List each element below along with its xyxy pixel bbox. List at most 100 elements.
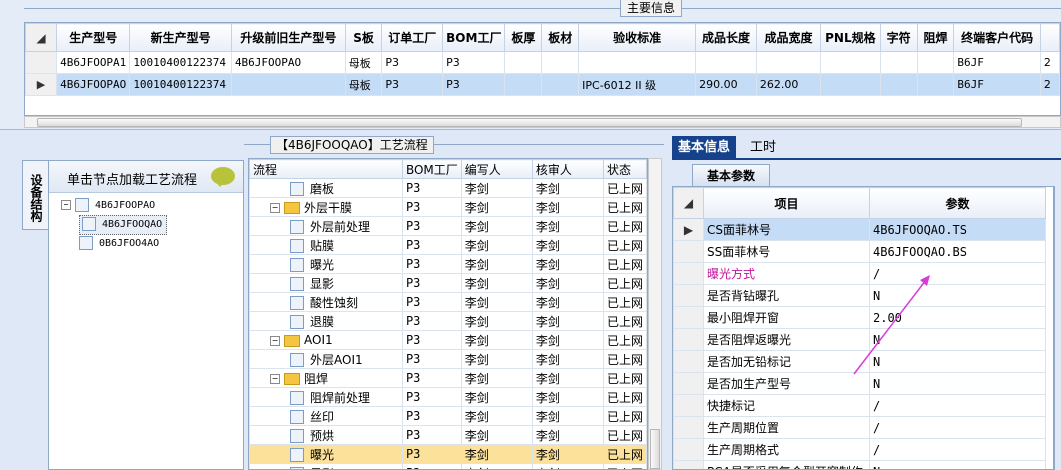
param-row[interactable]: ▶ CS面菲林号 4B6JFOOQAO.TS (673, 218, 1046, 241)
table-row[interactable]: ▶ 4B6JFOOPAO 10010400122374 母板 P3 P3 IPC-6012 … (25, 73, 1060, 96)
column-header[interactable]: 升级前旧生产型号 (230, 23, 346, 52)
row-indicator[interactable] (673, 240, 704, 263)
process-column-header[interactable]: 状态 (602, 159, 647, 179)
horizontal-scroll-thumb[interactable] (37, 118, 1022, 127)
tab-work-hours[interactable]: 工时 (744, 136, 782, 160)
row-indicator[interactable] (673, 416, 704, 439)
row-indicator[interactable] (673, 438, 704, 461)
column-header[interactable]: S板 (344, 23, 383, 52)
param-row[interactable]: 快捷标记 / (673, 394, 1046, 417)
tab-basic-info[interactable]: 基本信息 (672, 136, 737, 160)
param-row[interactable]: SS面菲林号 4B6JFOOQAO.BS (673, 240, 1046, 263)
structure-tree[interactable]: − 4B6JFOOPAO 4B6JFOOQAO 0B6JFOO4AO (61, 197, 241, 253)
collapse-toggle-icon[interactable]: − (270, 335, 280, 346)
table-cell: P3 (381, 51, 444, 74)
process-row[interactable]: 磨板 P3 李剑 李剑 已上网 (249, 178, 647, 198)
param-value-cell[interactable]: / (869, 416, 1046, 439)
param-value-cell[interactable]: 4B6JFOOQAO.BS (869, 240, 1046, 263)
process-step-label: 磨板 (310, 181, 335, 196)
process-row[interactable]: 预烘 P3 李剑 李剑 已上网 (249, 425, 647, 445)
process-row[interactable]: 阻焊前处理 P3 李剑 李剑 已上网 (249, 387, 647, 407)
param-row[interactable]: 生产周期格式 / (673, 438, 1046, 461)
column-header[interactable]: BOM工厂 (442, 23, 506, 52)
collapse-toggle-icon[interactable]: − (270, 374, 280, 384)
row-indicator[interactable]: ▶ (25, 73, 58, 96)
process-grid[interactable]: 流程 BOM工厂 编写人 核审人 状态 磨板 P3 李剑 李剑 已上网 − 外层干膜 P3 李剑 李剑 已上… (248, 158, 648, 470)
column-header[interactable]: 终端客户代码 (953, 23, 1041, 52)
row-indicator[interactable] (673, 460, 704, 469)
param-column-header[interactable]: 参数 (869, 187, 1046, 219)
process-scroll-thumb[interactable] (650, 429, 660, 469)
param-value-cell[interactable]: 4B6JFOOQAO.TS (869, 218, 1046, 241)
collapse-toggle-icon[interactable]: − (61, 200, 71, 210)
row-indicator-header[interactable]: ◢ (25, 23, 58, 52)
annotation-arrow (853, 275, 930, 375)
row-indicator[interactable] (25, 51, 58, 74)
horizontal-scrollbar[interactable] (24, 116, 1061, 128)
main-info-grid[interactable]: ◢ 生产型号 新生产型号 升级前旧生产型号 S板 订单工厂 BOM工厂 板厚 板材 验收标准 成品长… (24, 22, 1061, 116)
table-row[interactable]: 4B6JFOOPA1 10010400122374 4B6JFOOPAO 母板 P3 P3… (25, 51, 1060, 74)
column-header[interactable]: 阻焊 (916, 23, 955, 52)
row-indicator[interactable] (673, 372, 704, 395)
tab-equipment-structure[interactable]: 设备结构 (22, 160, 48, 230)
tree-node[interactable]: 4B6JFOOQAO (79, 215, 168, 235)
param-row[interactable]: PCA是否采用复合型开窗制作N (673, 460, 1046, 469)
column-header[interactable]: 成品宽度 (755, 23, 822, 52)
param-row[interactable]: 生产周期位置 / (673, 416, 1046, 439)
row-indicator[interactable] (673, 328, 704, 351)
param-value-cell[interactable]: N (869, 460, 1046, 469)
row-indicator[interactable] (673, 284, 704, 307)
column-header[interactable]: PNL规格 (820, 23, 881, 52)
process-row[interactable]: 外层前处理 P3 李剑 李剑 已上网 (249, 216, 647, 236)
tree-node[interactable]: 0B6JFOO4AO (61, 235, 241, 253)
process-row[interactable]: − 外层干膜 P3 李剑 李剑 已上网 (249, 197, 647, 217)
row-indicator[interactable] (673, 262, 704, 285)
process-row[interactable]: 贴膜 P3 李剑 李剑 已上网 (249, 235, 647, 255)
document-icon (290, 182, 304, 196)
process-row[interactable]: − 阻焊 P3 李剑 李剑 已上网 (249, 368, 647, 388)
param-value-cell[interactable]: / (869, 438, 1046, 461)
params-scroll-edge[interactable] (1054, 186, 1061, 470)
process-row[interactable]: 曝光 P3 李剑 李剑 已上网 (249, 444, 647, 464)
param-value-cell[interactable]: / (869, 394, 1046, 417)
process-row[interactable]: 外层AOI1 P3 李剑 李剑 已上网 (249, 349, 647, 369)
process-step-cell: 外层前处理 (249, 216, 403, 236)
param-column-header[interactable]: 项目 (703, 187, 870, 219)
process-row[interactable]: − AOI1 P3 李剑 李剑 已上网 (249, 330, 647, 350)
process-row[interactable]: 退膜 P3 李剑 李剑 已上网 (249, 311, 647, 331)
writer-cell: 李剑 (460, 330, 533, 350)
process-step-label: 酸性蚀刻 (310, 295, 359, 310)
table-cell: 262.00 (755, 73, 822, 96)
tab-basic-params[interactable]: 基本参数 (692, 164, 771, 186)
column-header[interactable]: 板材 (541, 23, 580, 52)
column-header[interactable] (1039, 23, 1060, 52)
column-header[interactable]: 成品长度 (695, 23, 757, 52)
process-row[interactable]: 曝光 P3 李剑 李剑 已上网 (249, 254, 647, 274)
process-column-header[interactable]: BOM工厂 (401, 159, 462, 179)
process-column-header[interactable]: 核审人 (531, 159, 604, 179)
column-header[interactable]: 字符 (879, 23, 918, 52)
column-header[interactable]: 验收标准 (578, 23, 697, 52)
row-indicator[interactable]: ▶ (673, 218, 704, 241)
folder-icon (284, 334, 300, 347)
collapse-toggle-icon[interactable]: − (270, 203, 280, 213)
process-row[interactable]: 丝印 P3 李剑 李剑 已上网 (249, 406, 647, 426)
row-indicator[interactable] (673, 394, 704, 417)
document-icon (82, 217, 96, 231)
row-indicator[interactable] (673, 350, 704, 373)
process-row[interactable]: 显影P3李剑李剑已上网 (249, 273, 647, 293)
process-column-header[interactable]: 流程 (249, 159, 403, 179)
tree-node-label: 0B6JFOO4AO (99, 238, 160, 249)
column-header[interactable]: 订单工厂 (381, 23, 444, 52)
column-header[interactable]: 板厚 (504, 23, 543, 52)
process-row[interactable]: 酸性蚀刻 P3 李剑 李剑 已上网 (249, 292, 647, 312)
process-step-label: 预烘 (310, 428, 335, 443)
process-vertical-scrollbar[interactable] (648, 158, 662, 470)
process-column-header[interactable]: 编写人 (460, 159, 533, 179)
param-item-cell: SS面菲林号 (703, 240, 870, 263)
column-header[interactable]: 新生产型号 (129, 23, 232, 52)
process-row[interactable]: 显影P3李剑李剑已上网 (249, 463, 647, 469)
column-header[interactable]: 生产型号 (56, 23, 131, 52)
row-indicator[interactable] (673, 306, 704, 329)
tree-node[interactable]: − 4B6JFOOPAO (61, 197, 241, 215)
